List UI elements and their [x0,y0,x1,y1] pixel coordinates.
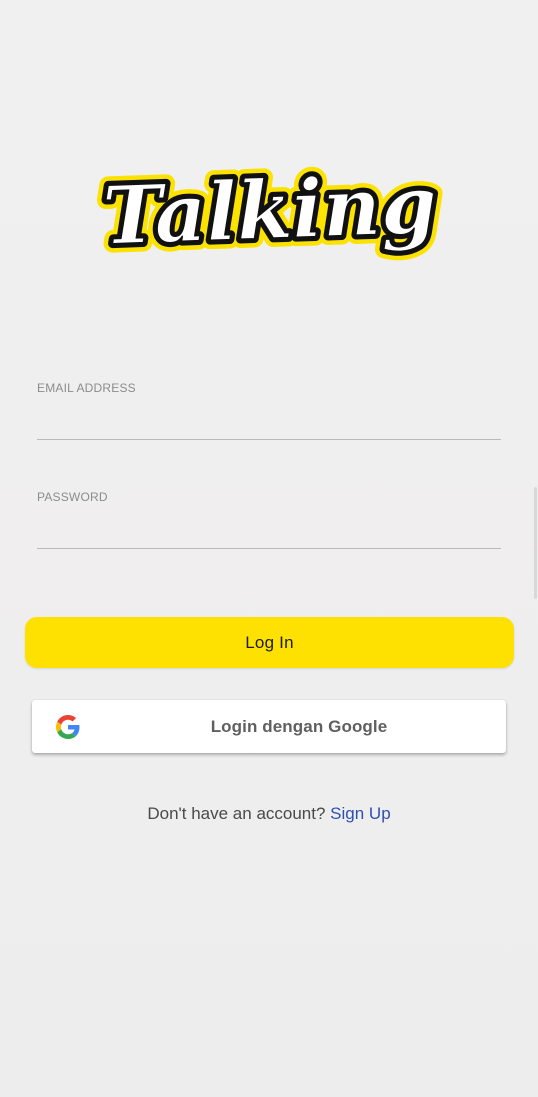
email-label: EMAIL ADDRESS [37,381,136,395]
talking-wordmark-logo: Talking Talking Talking Talking [92,148,447,272]
signup-prompt-text: Don't have an account? [147,804,326,823]
google-login-button[interactable]: Login dengan Google [32,700,506,753]
app-logo: Talking Talking Talking Talking [92,148,447,290]
password-field-group: PASSWORD [37,490,501,556]
login-button[interactable]: Log In [25,617,514,668]
login-screen: Talking Talking Talking Talking EMAIL AD… [0,0,538,1097]
signup-prompt-line: Don't have an account? Sign Up [0,803,538,825]
signup-link[interactable]: Sign Up [330,804,390,823]
password-input[interactable] [37,514,501,549]
password-label: PASSWORD [37,490,108,504]
email-input[interactable] [37,405,501,440]
google-login-label: Login dengan Google [210,717,388,736]
logo-inline-text: Talking [101,157,438,263]
login-button-label: Log In [245,632,294,652]
scrollbar-indicator [534,487,537,599]
email-field-group: EMAIL ADDRESS [37,381,501,447]
